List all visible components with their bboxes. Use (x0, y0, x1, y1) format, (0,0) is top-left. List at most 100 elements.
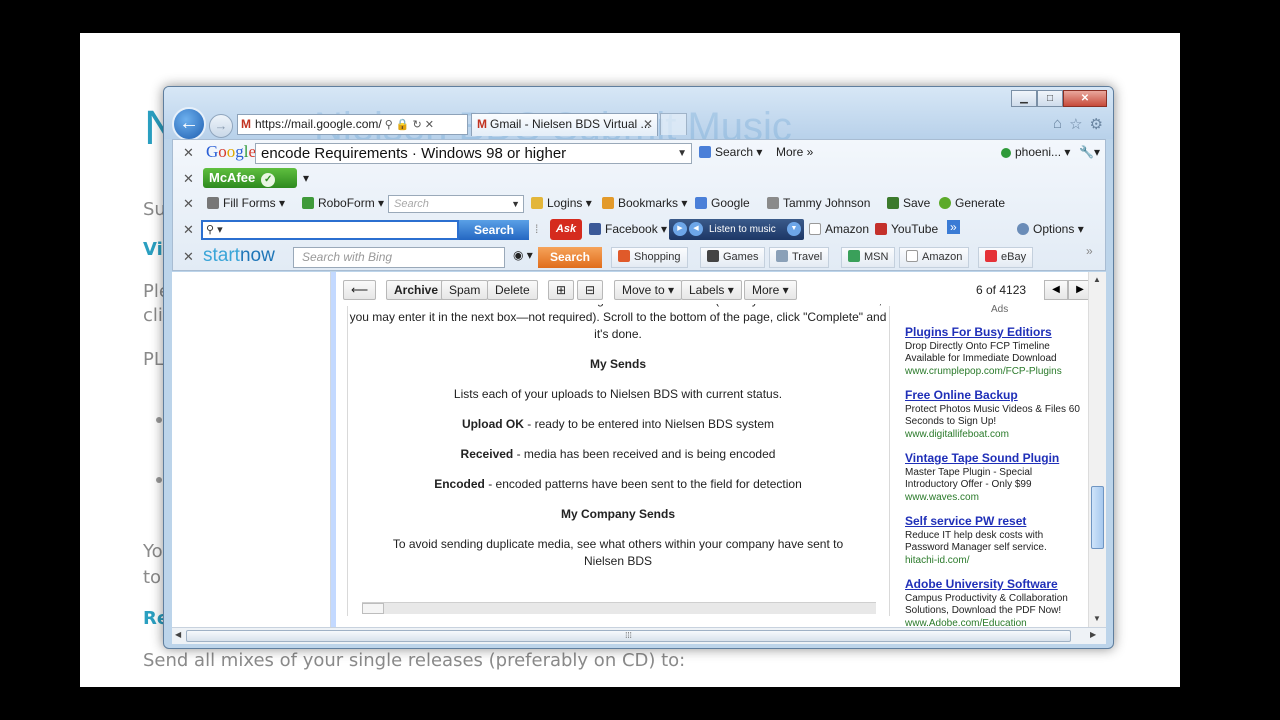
gmail-favicon-icon: M (477, 117, 487, 131)
address-bar[interactable]: Mhttps://mail.google.com/⚲ 🔒 ↻ ✕ (237, 114, 468, 135)
back-to-inbox-button[interactable]: ⟵ (343, 280, 377, 300)
options-button[interactable]: Options ▾ (1017, 222, 1084, 236)
scroll-button[interactable] (362, 603, 384, 614)
spam-button[interactable]: Spam (441, 280, 489, 300)
dropdown-arrow-icon[interactable]: ▼ (787, 222, 801, 236)
close-window-button[interactable]: ✕ (1063, 90, 1107, 107)
search-icon[interactable]: ⚲ (385, 119, 393, 131)
ad-url[interactable]: www.crumplepop.com/FCP-Plugins (905, 366, 1085, 379)
amazon-icon (809, 223, 821, 235)
message-pager: 6 of 4123 (976, 283, 1027, 297)
roboform-search-input[interactable]: Search ▼ (388, 195, 524, 213)
ask-search-button[interactable]: Search (459, 220, 529, 240)
account-menu[interactable]: phoeni... ▾ (1001, 145, 1070, 159)
scroll-left-arrow-icon[interactable]: ◀ (175, 630, 181, 639)
ask-logo-button[interactable]: Ask (550, 219, 582, 240)
forward-button[interactable]: → (209, 114, 233, 138)
ad-title-link[interactable]: Self service PW reset (905, 515, 1085, 528)
logins-button[interactable]: Logins ▾ (531, 196, 592, 210)
ad-title-link[interactable]: Vintage Tape Sound Plugin (905, 452, 1085, 465)
mcafee-button[interactable]: McAfee ✓ (203, 168, 297, 188)
dropdown-arrow-icon[interactable]: ▼ (677, 144, 687, 163)
new-tab-button[interactable] (660, 113, 687, 135)
minimize-button[interactable]: ▁ (1011, 90, 1037, 107)
labels-button[interactable]: Labels ▾ (681, 280, 742, 300)
play-icon[interactable]: ▶ (673, 222, 687, 236)
chevron-right-icon[interactable]: » (947, 220, 960, 234)
stop-icon[interactable]: ✕ (425, 119, 434, 131)
google-bookmark-button[interactable]: Google (695, 196, 750, 210)
home-icon[interactable]: ⌂ (1053, 115, 1062, 133)
move-to-button[interactable]: Move to ▾ (614, 280, 683, 300)
toolbar-area: ✕ Google encode Requirements · Windows 9… (172, 139, 1106, 271)
window-controls: ▁ □ ✕ (1011, 90, 1107, 107)
close-toolbar-icon[interactable]: ✕ (183, 222, 194, 238)
check-icon: ✓ (261, 173, 276, 187)
scroll-up-arrow-icon[interactable]: ▲ (1093, 275, 1101, 284)
youtube-button[interactable]: YouTube (875, 222, 938, 236)
scroll-down-arrow-icon[interactable]: ▼ (1093, 614, 1101, 623)
toolbar-grip-icon[interactable]: ⁞ (535, 222, 538, 236)
maximize-button[interactable]: □ (1037, 90, 1063, 107)
google-search-button[interactable]: Search ▾ (699, 145, 762, 159)
scrollbar-thumb[interactable] (1091, 486, 1104, 549)
ad-title-link[interactable]: Adobe University Software (905, 578, 1085, 591)
roboform-button[interactable]: RoboForm ▾ (302, 196, 384, 210)
ad-url[interactable]: www.waves.com (905, 492, 1085, 505)
more-actions-button[interactable]: More ▾ (744, 280, 797, 300)
mark-icon-button[interactable]: ⊞ (548, 280, 575, 300)
generate-label: Generate (955, 196, 1006, 210)
facebook-button[interactable]: Facebook ▾ (589, 222, 667, 236)
refresh-icon[interactable]: ↻ (413, 119, 422, 131)
horizontal-scrollbar-thumb[interactable]: ⁞⁞⁞ (186, 630, 1071, 642)
games-button[interactable]: Games (700, 247, 766, 268)
wrench-icon[interactable]: 🔧▾ (1079, 145, 1100, 159)
favorites-star-icon[interactable]: ☆ (1069, 115, 1082, 133)
ad-title-link[interactable]: Plugins For Busy Editiors (905, 326, 1085, 339)
identity-button[interactable]: Tammy Johnson (767, 196, 870, 210)
horizontal-scrollbar[interactable]: ◀ ⁞⁞⁞ ▶ (172, 627, 1106, 644)
mcafee-dropdown-icon[interactable]: ▾ (303, 171, 309, 185)
ask-search-input[interactable]: ⚲ ▾ (201, 220, 459, 240)
google-search-input[interactable]: encode Requirements · Windows 98 or high… (255, 143, 692, 164)
archive-button[interactable]: Archive (386, 280, 447, 300)
chevron-right-icon[interactable]: » (1086, 244, 1093, 258)
fill-forms-button[interactable]: Fill Forms ▾ (207, 196, 285, 210)
ad-url[interactable]: www.digitallifeboat.com (905, 429, 1085, 442)
close-tab-icon[interactable]: ✕ (643, 114, 653, 135)
amazon-button[interactable]: Amazon (809, 222, 869, 236)
back-button[interactable]: ← (172, 107, 206, 141)
ebay-button[interactable]: eBay (978, 247, 1034, 268)
close-toolbar-icon[interactable]: ✕ (183, 249, 194, 265)
background-bullet (156, 477, 162, 483)
dropdown-arrow-icon[interactable]: ▼ (511, 196, 520, 212)
shopping-button[interactable]: Shopping (611, 247, 688, 268)
save-button[interactable]: Save (887, 196, 930, 210)
address-url: https://mail.google.com/ (255, 117, 382, 131)
ad-url[interactable]: hitachi-id.com/ (905, 555, 1085, 568)
listen-to-music-widget[interactable]: ▶ ◀ Listen to music ▼ (669, 219, 804, 240)
travel-button[interactable]: Travel (769, 247, 830, 268)
bookmarks-button[interactable]: Bookmarks ▾ (602, 196, 687, 210)
bing-search-button[interactable]: Search (538, 247, 602, 268)
tools-gear-icon[interactable]: ⚙ (1090, 115, 1103, 133)
google-more-button[interactable]: More » (776, 145, 813, 159)
vertical-scrollbar[interactable]: ▲ ▼ (1088, 272, 1106, 627)
previous-message-button[interactable]: ◀ (1044, 280, 1068, 300)
scroll-right-arrow-icon[interactable]: ▶ (1090, 630, 1096, 639)
close-toolbar-icon[interactable]: ✕ (183, 145, 194, 161)
close-toolbar-icon[interactable]: ✕ (183, 196, 194, 212)
remove-icon-button[interactable]: ⊟ (577, 280, 604, 300)
bing-engine-icon[interactable]: ◉ ▾ (513, 248, 533, 262)
amazon-link-button[interactable]: Amazon (899, 247, 970, 268)
bing-search-input[interactable]: Search with Bing (293, 247, 505, 268)
msn-button[interactable]: MSN (841, 247, 896, 268)
volume-icon[interactable]: ◀ (689, 222, 703, 236)
tab-gmail[interactable]: M Gmail - Nielsen BDS Virtual ... ✕ (471, 113, 658, 136)
close-toolbar-icon[interactable]: ✕ (183, 171, 194, 187)
generate-button[interactable]: Generate (939, 196, 1005, 210)
lock-icon[interactable]: 🔒 (396, 119, 410, 131)
message-horizontal-scrollbar[interactable] (362, 602, 876, 614)
ad-title-link[interactable]: Free Online Backup (905, 389, 1085, 402)
delete-button[interactable]: Delete (487, 280, 538, 300)
